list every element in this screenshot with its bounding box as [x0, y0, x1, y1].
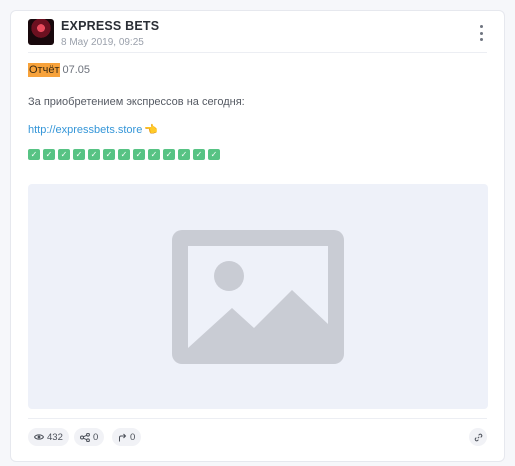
check-mark-icon: ✓: [163, 149, 175, 160]
check-mark-icon: ✓: [28, 149, 40, 160]
post-content: Отчёт 07.05 За приобретением экспрессов …: [28, 61, 487, 160]
check-mark-icon: ✓: [148, 149, 160, 160]
views-stat[interactable]: 432: [28, 428, 69, 446]
store-link[interactable]: http://expressbets.store: [28, 124, 142, 136]
link-icon: [474, 433, 482, 441]
channel-name[interactable]: EXPRESS BETS: [61, 19, 159, 33]
check-mark-icon: ✓: [178, 149, 190, 160]
post-date: 8 May 2019, 09:25: [61, 37, 144, 48]
vertical-dots-icon[interactable]: [476, 25, 486, 41]
report-date: 07.05: [62, 64, 91, 76]
check-mark-icon: ✓: [103, 149, 115, 160]
check-mark-icon: ✓: [193, 149, 205, 160]
check-mark-icon: ✓: [73, 149, 85, 160]
image-placeholder-icon: [172, 229, 344, 364]
share-nodes-icon: [80, 432, 90, 442]
report-line: Отчёт 07.05: [28, 61, 487, 79]
forwards-count: 0: [130, 431, 136, 443]
post-header: EXPRESS BETS 8 May 2019, 09:25: [28, 19, 492, 53]
check-mark-icon: ✓: [208, 149, 220, 160]
post-text: За приобретением экспрессов на сегодня:: [28, 96, 245, 108]
check-row: ✓ ✓ ✓ ✓ ✓ ✓ ✓ ✓ ✓ ✓ ✓ ✓ ✓: [28, 149, 487, 160]
check-mark-icon: ✓: [118, 149, 130, 160]
shares-count: 0: [93, 431, 99, 443]
copy-link-button[interactable]: [469, 428, 487, 446]
post-footer: 432 0 0: [28, 428, 487, 446]
pointing-hand-icon: 👈: [144, 124, 159, 136]
shares-stat[interactable]: 0: [74, 428, 105, 446]
forward-arrow-icon: [119, 433, 127, 441]
post-image[interactable]: [28, 184, 488, 409]
post-card: EXPRESS BETS 8 May 2019, 09:25 Отчёт 07.…: [10, 10, 505, 462]
check-mark-icon: ✓: [58, 149, 70, 160]
header-divider: [28, 52, 487, 53]
check-mark-icon: ✓: [133, 149, 145, 160]
highlighted-word: Отчёт: [28, 63, 61, 77]
channel-avatar[interactable]: [28, 19, 54, 45]
check-mark-icon: ✓: [88, 149, 100, 160]
forwards-stat[interactable]: 0: [112, 428, 142, 446]
views-count: 432: [47, 431, 63, 443]
eye-icon: [34, 434, 44, 440]
check-mark-icon: ✓: [43, 149, 55, 160]
footer-divider: [28, 418, 487, 419]
